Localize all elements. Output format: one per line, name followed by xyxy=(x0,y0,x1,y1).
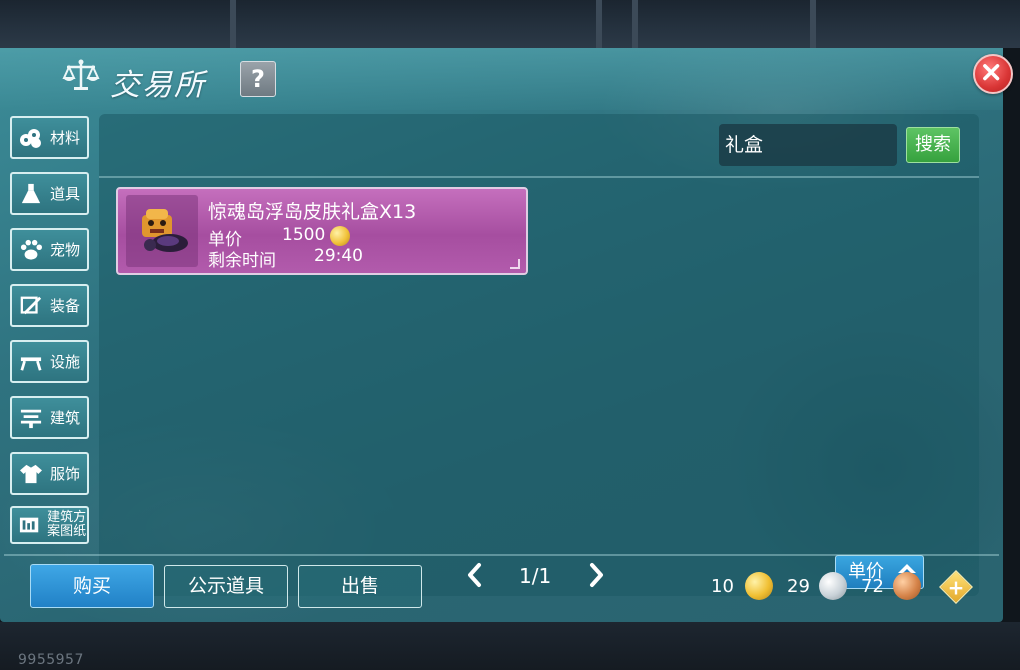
cotton-icon xyxy=(16,125,46,151)
sawhorse-icon xyxy=(16,349,46,375)
gold-coin-icon xyxy=(745,572,773,600)
sword-icon xyxy=(16,293,46,319)
next-page-button[interactable] xyxy=(585,562,607,588)
item-name: 惊魂岛浮岛皮肤礼盒X13 xyxy=(208,201,417,223)
search-input[interactable]: 礼盒 xyxy=(719,124,897,166)
background-scene-bottom xyxy=(0,622,1020,670)
building-icon xyxy=(16,405,46,431)
sidebar-item-equipment[interactable]: 装备 xyxy=(10,284,89,327)
scene-beam xyxy=(632,0,638,48)
blueprint-icon xyxy=(16,512,43,538)
sidebar-item-clothing[interactable]: 服饰 xyxy=(10,452,89,495)
player-id: 9955957 xyxy=(18,652,84,668)
tab-buy[interactable]: 购买 xyxy=(30,564,154,608)
scale-icon xyxy=(62,59,100,90)
plus-icon: + xyxy=(947,575,965,600)
listing-panel: 礼盒 搜索 惊魂岛浮岛皮肤礼盒X13 单价 1500 剩余时间 29:40 1/… xyxy=(99,114,979,596)
bronze-amount: 72 xyxy=(861,576,884,597)
sidebar-item-label: 建筑 xyxy=(50,409,81,427)
prev-page-button[interactable] xyxy=(464,562,486,588)
sidebar-item-label: 宠物 xyxy=(50,241,81,259)
window-header: 交易所 ? xyxy=(0,48,1013,110)
gift-box-icon xyxy=(142,209,188,252)
tab-public-items[interactable]: 公示道具 xyxy=(164,565,288,608)
exchange-window: 交易所 ? 材料 道具 宠物 装备 设施 建筑 服饰 建筑方案图纸 礼盒 搜索 … xyxy=(0,48,1013,622)
sidebar-item-label: 设施 xyxy=(50,353,81,371)
tab-sell[interactable]: 出售 xyxy=(298,565,422,608)
sidebar-item-label: 材料 xyxy=(50,129,81,147)
divider xyxy=(99,176,979,178)
time-remaining: 29:40 xyxy=(314,246,363,266)
sidebar-item-props[interactable]: 道具 xyxy=(10,172,89,215)
sidebar-item-label: 装备 xyxy=(50,297,81,315)
shirt-icon xyxy=(16,461,46,487)
sidebar-item-facilities[interactable]: 设施 xyxy=(10,340,89,383)
sidebar-item-materials[interactable]: 材料 xyxy=(10,116,89,159)
scene-beam xyxy=(230,0,236,48)
scene-beam xyxy=(596,0,602,48)
close-icon xyxy=(983,64,1000,81)
search-button[interactable]: 搜索 xyxy=(906,127,960,163)
sidebar-item-blueprints[interactable]: 建筑方案图纸 xyxy=(10,506,89,544)
item-price: 1500 xyxy=(282,225,326,245)
bronze-coin-icon xyxy=(893,572,921,600)
scene-beam xyxy=(810,0,816,48)
sidebar-item-buildings[interactable]: 建筑 xyxy=(10,396,89,439)
sidebar-item-pets[interactable]: 宠物 xyxy=(10,228,89,271)
listing-card[interactable]: 惊魂岛浮岛皮肤礼盒X13 单价 1500 剩余时间 29:40 xyxy=(116,187,528,275)
help-button[interactable]: ? xyxy=(240,61,276,97)
time-remaining-label: 剩余时间 xyxy=(208,251,276,271)
corner-mark-icon xyxy=(510,259,520,269)
gold-amount: 10 xyxy=(711,576,734,597)
sidebar-item-label: 建筑方案图纸 xyxy=(47,510,87,539)
silver-amount: 29 xyxy=(787,576,810,597)
page-title: 交易所 xyxy=(110,68,206,103)
gold-coin-icon xyxy=(330,226,350,246)
sidebar-item-label: 道具 xyxy=(50,185,81,203)
divider xyxy=(4,554,999,556)
background-scene-top xyxy=(0,0,1020,48)
flask-icon xyxy=(16,181,46,207)
item-thumbnail xyxy=(126,195,198,267)
paw-icon xyxy=(16,237,46,263)
page-indicator: 1/1 xyxy=(519,564,552,588)
close-button[interactable] xyxy=(973,54,1013,94)
sidebar-item-label: 服饰 xyxy=(50,465,81,483)
silver-coin-icon xyxy=(819,572,847,600)
